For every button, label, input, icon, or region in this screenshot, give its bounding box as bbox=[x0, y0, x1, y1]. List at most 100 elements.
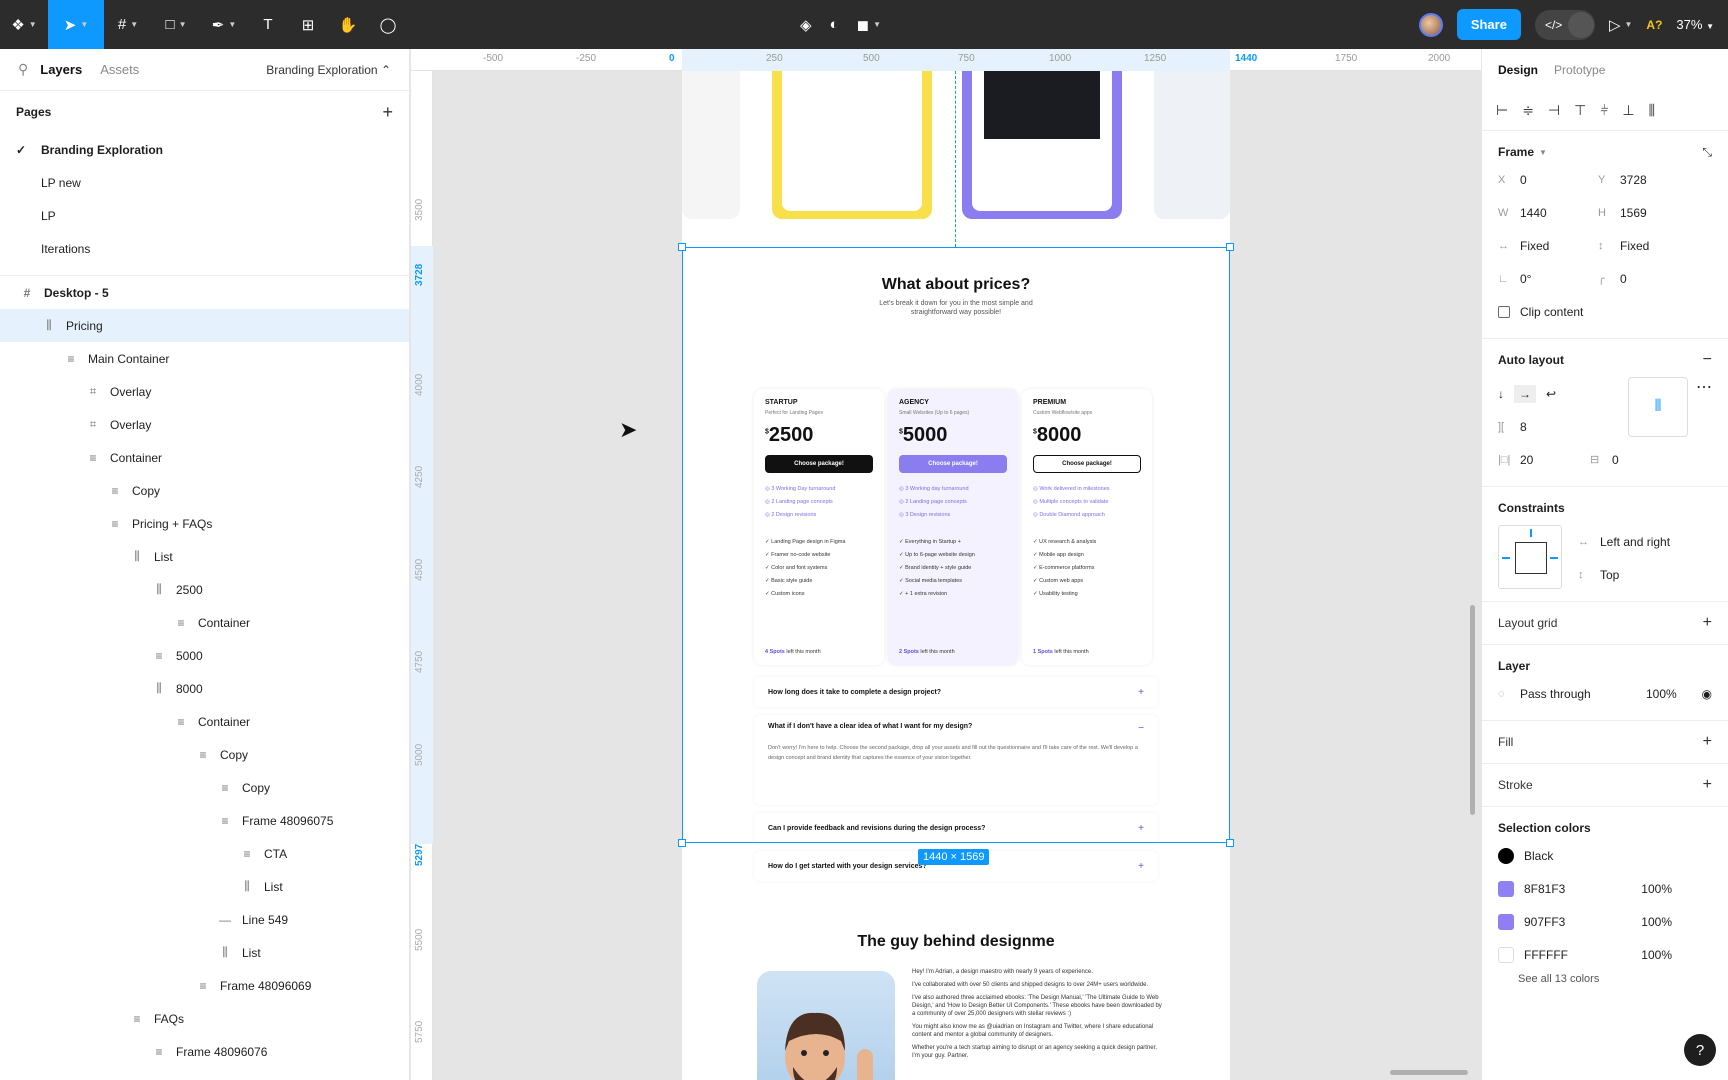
constraint-top-indicator[interactable] bbox=[1530, 529, 1532, 537]
clip-content-row[interactable]: Clip content bbox=[1498, 295, 1712, 328]
layer-item[interactable]: ≡ Copy bbox=[0, 474, 409, 507]
present-icon[interactable]: ▷ ▼ bbox=[1609, 0, 1632, 49]
constraint-vertical-select[interactable]: ↕ Top bbox=[1578, 558, 1670, 591]
layer-item[interactable]: ⌗ Overlay bbox=[0, 408, 409, 441]
h-field[interactable]: H 1569 bbox=[1598, 206, 1698, 220]
remove-auto-layout-icon[interactable]: − bbox=[1703, 351, 1712, 369]
resize-to-fit-icon[interactable]: ⤡ bbox=[1702, 145, 1712, 160]
gap-row[interactable]: ][8 bbox=[1498, 410, 1628, 443]
page-item-lp-new[interactable]: LP new bbox=[0, 166, 409, 199]
clip-content-checkbox[interactable] bbox=[1498, 305, 1510, 318]
align-bottom-icon[interactable]: ⊥ bbox=[1622, 102, 1634, 119]
align-top-icon[interactable]: ⊤ bbox=[1574, 102, 1586, 119]
move-tool-icon[interactable]: ➤ ▼ bbox=[48, 0, 104, 49]
layer-item[interactable]: ≡ Frame 48096069 bbox=[0, 969, 409, 1002]
constraints-widget[interactable] bbox=[1498, 525, 1562, 589]
arrow-down-icon[interactable]: ↓ bbox=[1498, 387, 1504, 401]
blend-mode-select[interactable]: Pass through bbox=[1520, 687, 1646, 701]
constraint-horizontal-select[interactable]: ↔ Left and right bbox=[1578, 525, 1670, 558]
zoom-level[interactable]: 37% ▼ bbox=[1676, 17, 1714, 32]
layer-item[interactable]: ≡ CTA bbox=[0, 837, 409, 870]
layer-item[interactable]: ≡ Main Container bbox=[0, 342, 409, 375]
layer-item[interactable]: ≡ Copy bbox=[0, 771, 409, 804]
selection-color-row[interactable]: 907FF3 100% bbox=[1498, 905, 1712, 938]
y-field[interactable]: Y 3728 bbox=[1598, 173, 1698, 187]
avatar[interactable] bbox=[1418, 12, 1443, 37]
wrap-icon[interactable]: ↩ bbox=[1546, 387, 1556, 401]
align-right-icon[interactable]: ⊣ bbox=[1548, 102, 1560, 119]
add-fill-icon[interactable]: + bbox=[1703, 733, 1712, 751]
tab-design[interactable]: Design bbox=[1498, 63, 1538, 77]
layer-item[interactable]: # Desktop - 5 bbox=[0, 276, 409, 309]
frame-label[interactable]: Frame bbox=[1498, 145, 1534, 159]
resize-handle[interactable] bbox=[678, 839, 686, 847]
selection-color-row[interactable]: Black bbox=[1498, 839, 1712, 872]
tab-assets[interactable]: Assets bbox=[100, 62, 139, 77]
main-menu-icon[interactable]: ❖ ▼ bbox=[0, 0, 48, 49]
shape-tool-icon[interactable]: □ ▼ bbox=[152, 0, 200, 49]
see-all-colors-link[interactable]: See all 13 colors bbox=[1498, 973, 1712, 985]
tab-prototype[interactable]: Prototype bbox=[1554, 63, 1605, 77]
canvas[interactable]: -500 -250 0 250 500 750 1000 1250 1440 1… bbox=[411, 49, 1481, 1080]
layer-item[interactable]: ⫼ 8000 bbox=[0, 672, 409, 705]
align-center-h-icon[interactable]: ≑ bbox=[1522, 102, 1534, 119]
rotation-field[interactable]: ∟ 0° bbox=[1498, 272, 1598, 286]
layer-item[interactable]: ⫼ List bbox=[0, 540, 409, 573]
layer-item[interactable]: ⫼ Pricing bbox=[0, 309, 409, 342]
layer-item[interactable]: ≡ Frame 48096075 bbox=[0, 804, 409, 837]
padding-v-value[interactable]: 0 bbox=[1612, 453, 1619, 467]
radius-field[interactable]: ╭ 0 bbox=[1598, 272, 1698, 286]
layer-item[interactable]: ≡ Container bbox=[0, 441, 409, 474]
eye-icon[interactable]: ◉ bbox=[1702, 687, 1712, 701]
layer-item[interactable]: ≡ FAQs bbox=[0, 1002, 409, 1035]
component-icon[interactable]: ◈ bbox=[800, 0, 812, 49]
page-item-branding-exploration[interactable]: ✓ Branding Exploration bbox=[0, 133, 409, 166]
w-field[interactable]: W 1440 bbox=[1498, 206, 1598, 220]
color-swatch[interactable] bbox=[1498, 847, 1514, 864]
opacity-value[interactable]: 100% bbox=[1646, 687, 1677, 701]
add-layout-grid-icon[interactable]: + bbox=[1703, 614, 1712, 632]
align-left-icon[interactable]: ⊢ bbox=[1496, 102, 1508, 119]
horizontal-scrollbar[interactable] bbox=[1390, 1070, 1468, 1075]
page-item-lp[interactable]: LP bbox=[0, 199, 409, 232]
layer-item[interactable]: ≡ Copy bbox=[0, 738, 409, 771]
distribute-icon[interactable]: ⫼ bbox=[1649, 102, 1655, 119]
x-field[interactable]: X0 bbox=[1498, 173, 1598, 187]
text-tool-icon[interactable]: T bbox=[248, 0, 288, 49]
layer-item[interactable]: ⫼ List bbox=[0, 936, 409, 969]
plus-icon[interactable]: + bbox=[1138, 861, 1144, 872]
frame-tool-icon[interactable]: # ▼ bbox=[104, 0, 152, 49]
alignment-grid[interactable]: ⦀ bbox=[1628, 377, 1688, 437]
constraint-left-indicator[interactable] bbox=[1502, 557, 1510, 559]
share-button[interactable]: Share bbox=[1456, 9, 1521, 40]
hand-tool-icon[interactable]: ✋ bbox=[328, 0, 368, 49]
layer-item[interactable]: ≡ Frame 48096076 bbox=[0, 1035, 409, 1068]
search-icon[interactable]: ⚲ bbox=[18, 61, 28, 78]
color-swatch[interactable] bbox=[1498, 880, 1514, 897]
resize-handle[interactable] bbox=[1226, 839, 1234, 847]
layer-item[interactable]: ⫼ List bbox=[0, 870, 409, 903]
w-mode-select[interactable]: ↔ Fixed bbox=[1498, 239, 1598, 253]
tab-layers[interactable]: Layers bbox=[40, 62, 82, 77]
dev-mode-toggle[interactable]: </> bbox=[1534, 9, 1595, 40]
align-middle-icon[interactable]: ⫩ bbox=[1600, 102, 1608, 119]
color-swatch[interactable] bbox=[1498, 913, 1514, 930]
more-options-icon[interactable]: ⋯ bbox=[1696, 377, 1712, 397]
layer-item[interactable]: ≡ Container bbox=[0, 705, 409, 738]
h-mode-select[interactable]: ↕ Fixed bbox=[1598, 239, 1698, 253]
add-stroke-icon[interactable]: + bbox=[1703, 776, 1712, 794]
layer-item[interactable]: ≡ Pricing + FAQs bbox=[0, 507, 409, 540]
contrast-icon[interactable]: ◐ bbox=[830, 0, 839, 49]
help-icon[interactable]: ? bbox=[1684, 1034, 1716, 1066]
resources-icon[interactable]: ⊞ bbox=[288, 0, 328, 49]
boolean-icon[interactable]: ◼ ▼ bbox=[857, 0, 881, 49]
arrow-right-icon[interactable]: → bbox=[1514, 384, 1536, 403]
vertical-scrollbar[interactable] bbox=[1470, 605, 1475, 815]
chevron-down-icon[interactable]: ▼ bbox=[1539, 148, 1547, 157]
padding-h-value[interactable]: 20 bbox=[1520, 453, 1590, 467]
page-selector[interactable]: Branding Exploration ⌃ bbox=[266, 63, 391, 77]
layer-item[interactable]: — Line 549 bbox=[0, 903, 409, 936]
add-page-icon[interactable]: + bbox=[382, 102, 393, 123]
pen-tool-icon[interactable]: ✒ ▼ bbox=[200, 0, 248, 49]
page-item-iterations[interactable]: Iterations bbox=[0, 232, 409, 265]
